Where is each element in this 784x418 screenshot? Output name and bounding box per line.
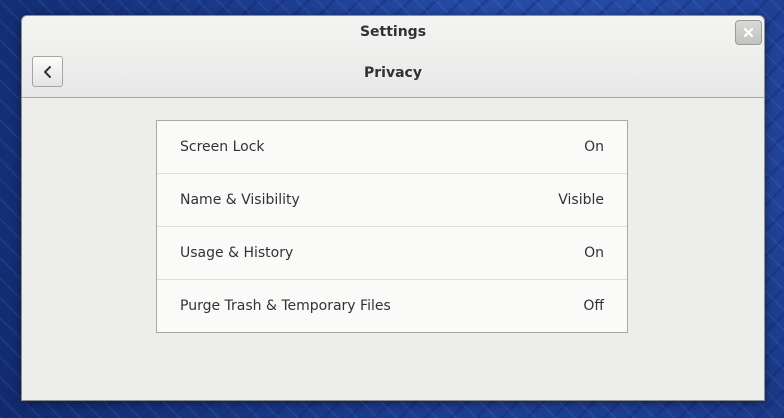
close-icon xyxy=(743,27,754,38)
list-item-label: Usage & History xyxy=(180,245,294,261)
list-item-value: Visible xyxy=(558,192,604,208)
header-bar: Settings Privacy xyxy=(22,16,764,98)
list-item-label: Name & Visibility xyxy=(180,192,300,208)
list-item-label: Screen Lock xyxy=(180,139,265,155)
list-item-value: On xyxy=(584,245,604,261)
close-button[interactable] xyxy=(735,20,762,45)
page-title: Privacy xyxy=(364,65,422,81)
privacy-list: Screen Lock On Name & Visibility Visible… xyxy=(156,120,628,333)
list-item-label: Purge Trash & Temporary Files xyxy=(180,298,391,314)
list-item-purge-trash[interactable]: Purge Trash & Temporary Files Off xyxy=(157,280,627,332)
app-title: Settings xyxy=(359,24,427,40)
settings-window: Settings Privacy Screen Lock On Name & V… xyxy=(21,15,765,401)
list-item-name-visibility[interactable]: Name & Visibility Visible xyxy=(157,174,627,227)
list-item-value: On xyxy=(584,139,604,155)
list-item-screen-lock[interactable]: Screen Lock On xyxy=(157,121,627,174)
list-item-value: Off xyxy=(583,298,604,314)
list-item-usage-history[interactable]: Usage & History On xyxy=(157,227,627,280)
